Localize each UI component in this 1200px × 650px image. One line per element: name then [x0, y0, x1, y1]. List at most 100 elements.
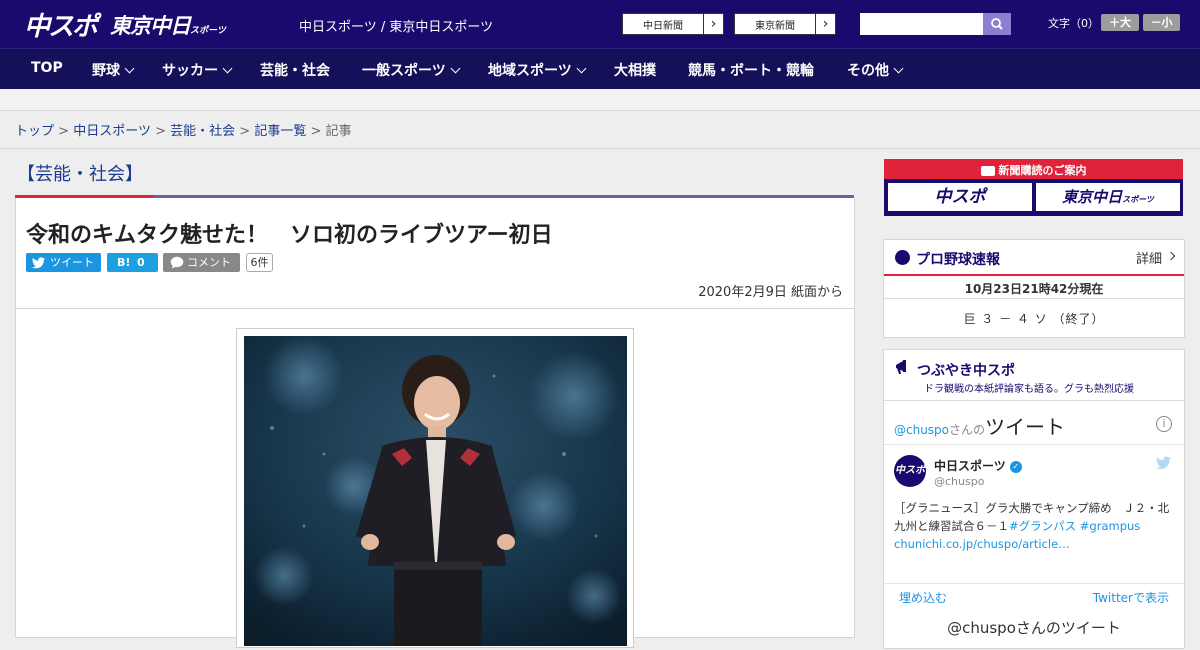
tokyo-chunichi-logo[interactable]: 東京中日スポーツ [110, 10, 226, 40]
nav-item-label: サッカー [162, 63, 218, 79]
nav-item-other[interactable]: その他 [847, 60, 904, 80]
baseball-timestamp: 10月23日21時42分現在 [964, 282, 1104, 296]
breadcrumb-separator: > [58, 124, 70, 139]
font-size-down-button[interactable]: －小 [1143, 14, 1180, 31]
comment-button[interactable]: コメント [163, 253, 240, 272]
nav-item-label: 一般スポーツ [362, 63, 446, 79]
article-photo[interactable] [244, 336, 627, 646]
twitter-timeline: @chuspoさんのツイート i 中スポ 中日スポーツ ✓ @chuspo ［グラ… [884, 400, 1184, 650]
breadcrumb-separator: > [310, 124, 322, 139]
subscription-title-text: 新聞購読のご案内 [998, 164, 1087, 177]
chevron-down-icon [450, 63, 461, 74]
nav-item-local-sports[interactable]: 地域スポーツ [488, 60, 587, 80]
nav-item-entertainment[interactable]: 芸能・社会 [260, 60, 330, 80]
breadcrumb-current: 記事 [325, 124, 352, 139]
nav-item-label: 大相撲 [614, 63, 656, 79]
nav-item-soccer[interactable]: サッカー [162, 60, 233, 80]
search-input[interactable] [860, 13, 983, 35]
timeline-tweets-word: ツイート [985, 415, 1066, 439]
divider [884, 444, 1184, 445]
chevron-down-icon [893, 63, 904, 74]
tokyo-shimbun-label: 東京新聞 [755, 21, 795, 32]
nav-item-label: 地域スポーツ [488, 63, 572, 79]
chevron-down-icon [576, 63, 587, 74]
tweet-text: ［グラニュース］グラ大勝でキャンプ締め Ｊ２・北九州と練習試合６－１#グランパス… [894, 499, 1174, 553]
divider [884, 583, 1184, 584]
tweet-hashtags[interactable]: #グランパス #grampus [1009, 519, 1140, 533]
tokyo-shimbun-link[interactable]: 東京新聞 › [734, 13, 836, 35]
nav-item-racing[interactable]: 競馬・ボート・競輪 [688, 60, 814, 80]
nav-item-sumo[interactable]: 大相撲 [614, 60, 656, 80]
tweet-account-handle[interactable]: @chuspo [934, 475, 984, 488]
tweet-account-name[interactable]: 中日スポーツ ✓ [934, 457, 1022, 474]
article-card: 令和のキムタク魅せた！ ソロ初のライブツアー初日 ツイート B! 0 コメント … [15, 198, 855, 648]
subscribe-tokyo-chunichi-text: 東京中日 [1062, 188, 1123, 206]
breadcrumb-link-chunichi-sports[interactable]: 中日スポーツ [73, 124, 151, 139]
breadcrumb-link-top[interactable]: トップ [15, 124, 54, 139]
view-on-twitter-link[interactable]: Twitterで表示 [1093, 589, 1169, 606]
search-icon [991, 18, 1003, 30]
nav-item-label: 野球 [92, 63, 120, 79]
twitter-bird-icon[interactable] [1156, 456, 1172, 470]
tokyo-chunichi-logo-text: 東京中日 [110, 14, 191, 38]
font-size-up-button[interactable]: ＋大 [1101, 14, 1139, 31]
megaphone-icon [896, 360, 906, 374]
info-icon[interactable]: i [1156, 416, 1172, 432]
hatena-bookmark-button[interactable]: B! 0 [107, 253, 158, 272]
twitter-widget: つぶやき中スポ ドラ観戦の本紙評論家も語る。グラも熱烈応援 @chuspoさんの… [883, 349, 1185, 649]
nav-item-label: 芸能・社会 [260, 63, 330, 79]
timeline-handle-suffix: さんの [949, 423, 986, 437]
top-header: 中スポ 東京中日スポーツ 中日スポーツ / 東京中日スポーツ 中日新聞 › 東京… [0, 0, 1200, 48]
timeline-header: @chuspoさんのツイート [894, 411, 1065, 440]
tweet-link[interactable]: chunichi.co.jp/chuspo/article… [894, 537, 1070, 551]
article-category: 【芸能・社会】 [17, 164, 143, 185]
subscribe-tokyo-chunichi-link[interactable]: 東京中日スポーツ [1036, 183, 1180, 211]
chevron-right-icon: › [703, 14, 723, 34]
twitter-bird-icon [32, 257, 45, 269]
nav-item-top[interactable]: TOP [31, 60, 63, 76]
article-photo-frame [236, 328, 634, 648]
breadcrumb-link-entertainment[interactable]: 芸能・社会 [170, 124, 235, 139]
breadcrumb-separator: > [239, 124, 251, 139]
site-title: 中日スポーツ / 東京中日スポーツ [299, 20, 494, 35]
breadcrumb: トップ > 中日スポーツ > 芸能・社会 > 記事一覧 > 記事 [15, 120, 352, 139]
search-button[interactable] [983, 13, 1011, 35]
chevron-down-icon [222, 63, 233, 74]
twitter-widget-subtitle: ドラ観戦の本紙評論家も語る。グラも熱烈応援 [924, 384, 1134, 395]
nav-item-label: その他 [847, 63, 889, 79]
widget-accent-line [884, 274, 1184, 276]
concert-photo-image [244, 336, 627, 646]
tweet-button-label: ツイート [50, 256, 94, 269]
baseball-score[interactable]: 巨 ３ － ４ ソ （終了） [884, 310, 1184, 327]
divider [884, 298, 1184, 299]
embed-link[interactable]: 埋め込む [899, 589, 947, 606]
breadcrumb-link-article-list[interactable]: 記事一覧 [254, 124, 306, 139]
main-nav: TOP 野球 サッカー 芸能・社会 一般スポーツ 地域スポーツ 大相撲 競馬・ボ… [0, 48, 1200, 89]
chevron-right-icon: › [815, 14, 835, 34]
comment-button-label: コメント [187, 256, 231, 269]
timeline-footer-title: @chuspoさんのツイート [947, 619, 1121, 637]
nav-item-baseball[interactable]: 野球 [92, 60, 135, 80]
divider [0, 148, 1200, 149]
breadcrumb-separator: > [155, 124, 166, 139]
chunichi-shimbun-link[interactable]: 中日新聞 › [622, 13, 724, 35]
nav-item-label: TOP [31, 60, 63, 76]
chunichi-shimbun-label: 中日新聞 [643, 21, 683, 32]
nav-item-general-sports[interactable]: 一般スポーツ [362, 60, 461, 80]
nav-item-label: 競馬・ボート・競輪 [688, 63, 814, 79]
tweet-button[interactable]: ツイート [26, 253, 101, 272]
baseball-detail-link[interactable]: 詳細 [1136, 248, 1162, 267]
chuspo-logo[interactable]: 中スポ [24, 6, 98, 43]
hatena-count: 0 [137, 256, 145, 269]
tokyo-chunichi-logo-small: スポーツ [190, 26, 226, 36]
speech-bubble-icon [170, 256, 184, 269]
verified-badge-icon: ✓ [1009, 460, 1022, 473]
article-dateline: 2020年2月9日 紙面から [698, 285, 843, 300]
tweet-account-name-text: 中日スポーツ [934, 459, 1006, 473]
subscribe-chuspo-link[interactable]: 中スポ [888, 183, 1032, 211]
timeline-handle[interactable]: @chuspo [894, 423, 949, 437]
ad-strip [0, 89, 1200, 111]
avatar[interactable]: 中スポ [894, 455, 926, 487]
hatena-icon: B! [117, 256, 131, 269]
baseball-scores-widget: プロ野球速報 詳細 10月23日21時42分現在 巨 ３ － ４ ソ （終了） [883, 239, 1185, 338]
